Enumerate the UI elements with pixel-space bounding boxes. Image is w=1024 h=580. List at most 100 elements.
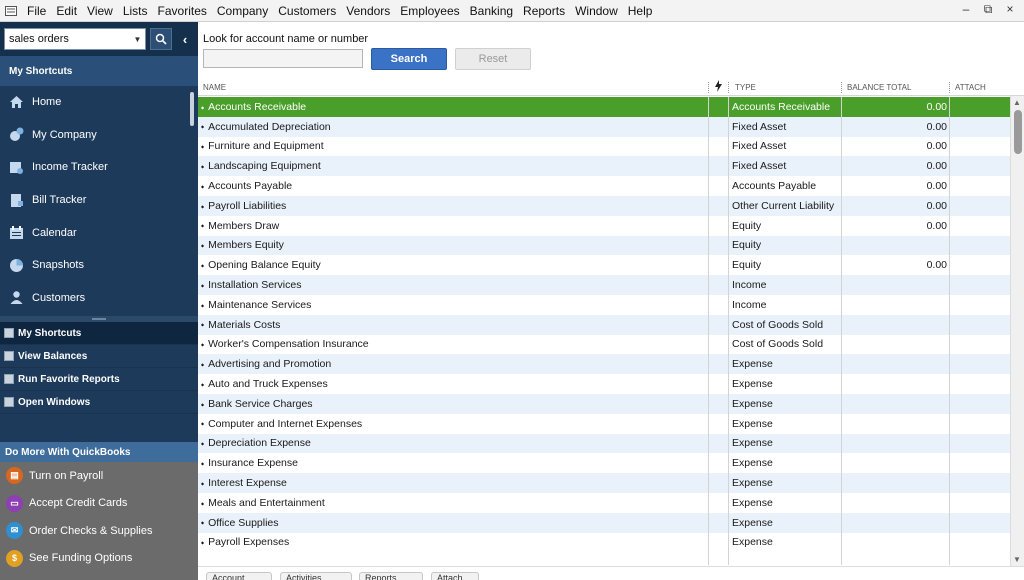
menu-help[interactable]: Help [623, 4, 658, 18]
account-search-input[interactable] [203, 49, 363, 68]
table-row[interactable]: Accounts Payable Accounts Payable 0.00 [198, 176, 1010, 196]
account-type: Expense [732, 437, 773, 450]
shortcut-income-tracker[interactable]: Income Tracker [0, 151, 198, 184]
menu-view[interactable]: View [82, 4, 118, 18]
table-row[interactable]: Accounts Receivable Accounts Receivable 0.… [198, 97, 1010, 117]
do-more-order-checks-supplies[interactable]: ✉ Order Checks & Supplies [0, 517, 198, 545]
search-dropdown[interactable]: sales orders ▼ [4, 28, 147, 50]
table-row[interactable]: Meals and Entertainment Expense [198, 493, 1010, 513]
reports-menu-button[interactable]: Reports [359, 572, 423, 580]
table-row[interactable]: Worker's Compensation Insurance Cost of G… [198, 335, 1010, 355]
column-type[interactable]: TYPE [735, 83, 756, 92]
chevron-down-icon[interactable]: ▼ [134, 35, 142, 44]
account-balance: 0.00 [926, 100, 947, 113]
table-row[interactable]: Advertising and Promotion Expense [198, 354, 1010, 375]
activities-menu-button[interactable]: Activities [280, 572, 352, 580]
table-row[interactable]: Landscaping Equipment Fixed Asset 0.00 [198, 156, 1010, 177]
column-balance-total[interactable]: BALANCE TOTAL [847, 83, 911, 92]
account-name: Members Equity [201, 239, 284, 251]
sub-nav: My Shortcuts View Balances Run Favorite Re… [0, 322, 198, 414]
table-row[interactable]: Members Equity Equity [198, 235, 1010, 256]
column-name[interactable]: NAME [203, 83, 226, 92]
table-row[interactable]: Payroll Liabilities Other Current Liabili… [198, 195, 1010, 216]
shortcut-my-company[interactable]: My Company [0, 119, 198, 152]
vertical-scrollbar[interactable]: ▲ ▼ [1010, 96, 1024, 566]
minimize-button[interactable]: – [958, 2, 974, 17]
menu-lists[interactable]: Lists [118, 4, 153, 18]
close-button[interactable]: × [1002, 2, 1018, 17]
account-name: Insurance Expense [201, 457, 298, 469]
table-row[interactable]: Materials Costs Cost of Goods Sold [198, 314, 1010, 335]
menu-banking[interactable]: Banking [465, 4, 518, 18]
menu-employees[interactable]: Employees [395, 4, 464, 18]
list-icon [4, 351, 14, 361]
table-row[interactable]: Members Draw Equity 0.00 [198, 216, 1010, 236]
account-name: Landscaping Equipment [201, 160, 321, 172]
subnav-open-windows[interactable]: Open Windows [0, 391, 198, 414]
account-type: Fixed Asset [732, 120, 787, 133]
subnav-view-balances[interactable]: View Balances [0, 345, 198, 368]
table-row[interactable]: Payroll Expenses Expense [198, 533, 1010, 553]
shortcut-snapshots[interactable]: Snapshots [0, 249, 198, 282]
table-row[interactable]: Insurance Expense Expense [198, 453, 1010, 473]
account-balance: 0.00 [926, 219, 947, 232]
scroll-up-icon[interactable]: ▲ [1013, 98, 1021, 107]
account-balance: 0.00 [926, 180, 947, 193]
table-row[interactable]: Office Supplies Expense [198, 512, 1010, 533]
table-row[interactable]: Auto and Truck Expenses Expense [198, 374, 1010, 394]
table-row[interactable]: Maintenance Services Income [198, 295, 1010, 315]
shortcut-home[interactable]: Home [0, 86, 198, 119]
shortcut-scrollbar[interactable] [190, 92, 194, 126]
scrollbar-thumb[interactable] [1014, 110, 1022, 154]
do-more-turn-on-payroll[interactable]: ▤ Turn on Payroll [0, 462, 198, 490]
do-more-accept-credit-cards[interactable]: ▭ Accept Credit Cards [0, 490, 198, 518]
menu-edit[interactable]: Edit [51, 4, 82, 18]
attach-menu-button[interactable]: Attach [431, 572, 479, 580]
account-name: Meals and Entertainment [201, 497, 325, 509]
shortcut-calendar[interactable]: Calendar [0, 216, 198, 249]
search-icon [156, 33, 167, 45]
account-balance: 0.00 [926, 199, 947, 212]
account-menu-button[interactable]: Account [206, 572, 272, 580]
menu-company[interactable]: Company [212, 4, 273, 18]
menu-vendors[interactable]: Vendors [341, 4, 395, 18]
lightning-icon[interactable] [714, 80, 723, 95]
app-menu-icon[interactable] [4, 5, 18, 17]
account-type: Expense [732, 496, 773, 509]
menu-window[interactable]: Window [570, 4, 623, 18]
look-for-label: Look for account name or number [203, 33, 369, 45]
column-attach[interactable]: ATTACH [955, 83, 986, 92]
calendar-icon [9, 225, 24, 240]
table-row[interactable]: Bank Service Charges Expense [198, 393, 1010, 414]
account-name: Opening Balance Equity [201, 259, 321, 271]
table-row[interactable]: Furniture and Equipment Fixed Asset 0.00 [198, 137, 1010, 157]
menu-file[interactable]: File [22, 4, 51, 18]
account-name: Advertising and Promotion [201, 358, 331, 370]
table-row[interactable]: Depreciation Expense Expense [198, 433, 1010, 454]
account-balance: 0.00 [926, 120, 947, 133]
scroll-down-icon[interactable]: ▼ [1013, 555, 1021, 564]
chevron-left-icon: ‹ [182, 31, 188, 47]
table-row[interactable]: Opening Balance Equity Equity 0.00 [198, 255, 1010, 275]
search-accounts-button[interactable]: Search [371, 48, 447, 70]
menu-reports[interactable]: Reports [518, 4, 570, 18]
subnav-my-shortcuts[interactable]: My Shortcuts [0, 322, 198, 345]
shortcut-label: My Company [32, 128, 97, 141]
table-row[interactable]: Computer and Internet Expenses Expense [198, 414, 1010, 434]
reset-button[interactable]: Reset [455, 48, 531, 70]
table-row[interactable]: Accumulated Depreciation Fixed Asset 0.00 [198, 116, 1010, 137]
subnav-run-favorite-reports[interactable]: Run Favorite Reports [0, 368, 198, 391]
do-more-see-funding-options[interactable]: $ See Funding Options [0, 545, 198, 573]
table-row[interactable]: Installation Services Income [198, 275, 1010, 295]
shortcut-label: Snapshots [32, 259, 84, 272]
table-row[interactable]: Interest Expense Expense [198, 473, 1010, 493]
shortcut-bill-tracker[interactable]: Bill Tracker [0, 184, 198, 217]
menu-favorites[interactable]: Favorites [153, 4, 212, 18]
search-button[interactable] [150, 28, 173, 50]
account-type: Other Current Liability [732, 199, 835, 212]
shortcut-customers[interactable]: Customers [0, 282, 198, 315]
restore-button[interactable]: ⧉ [980, 2, 996, 17]
shortcuts-header: My Shortcuts [0, 56, 198, 86]
collapse-panel-button[interactable]: ‹ [176, 28, 194, 50]
menu-customers[interactable]: Customers [273, 4, 341, 18]
